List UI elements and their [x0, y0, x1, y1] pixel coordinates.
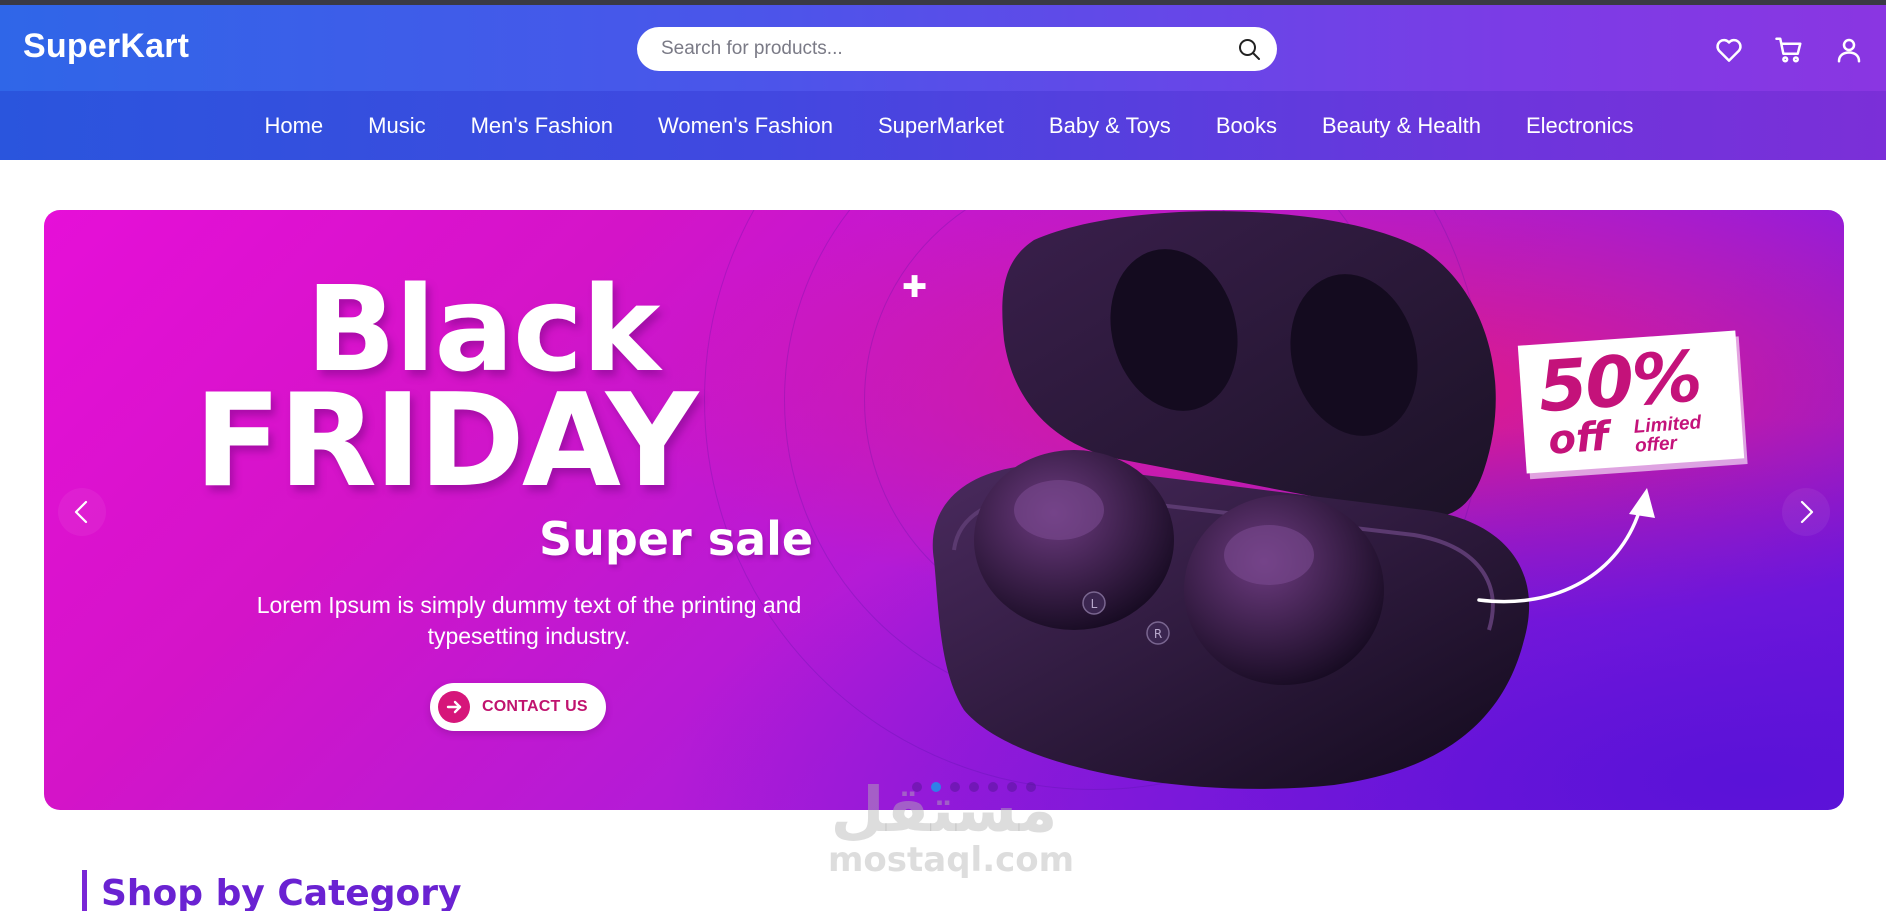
nav-item-baby-toys[interactable]: Baby & Toys — [1049, 113, 1171, 139]
nav-item-music[interactable]: Music — [368, 113, 425, 139]
chevron-left-icon — [74, 500, 88, 524]
contact-us-button[interactable]: CONTACT US — [430, 683, 606, 731]
carousel-prev-button[interactable] — [58, 488, 106, 536]
heart-icon[interactable] — [1714, 35, 1744, 65]
watermark-logo: مستقل mostaql.com — [828, 773, 1075, 881]
offer-limited: Limited offer — [1633, 412, 1702, 457]
site-logo[interactable]: SuperKart — [23, 27, 189, 66]
nav-item-books[interactable]: Books — [1216, 113, 1277, 139]
banner-headline-friday: FRIDAY — [194, 367, 698, 516]
search-bar — [637, 27, 1277, 71]
arrow-right-circle-icon — [438, 691, 470, 723]
offer-off: off — [1546, 413, 1611, 464]
site-header: SuperKart Home Music Men's Fashion Women… — [0, 5, 1886, 160]
nav-item-beauty-health[interactable]: Beauty & Health — [1322, 113, 1481, 139]
nav-item-womens-fashion[interactable]: Women's Fashion — [658, 113, 833, 139]
nav-item-supermarket[interactable]: SuperMarket — [878, 113, 1004, 139]
hero-carousel: ✚ Black FRIDAY Super sale Lorem Ipsum is… — [44, 210, 1844, 810]
banner-description: Lorem Ipsum is simply dummy text of the … — [256, 592, 802, 649]
header-top-row: SuperKart — [0, 5, 1886, 91]
search-input[interactable] — [661, 27, 1221, 71]
watermark-arabic: مستقل — [830, 773, 1058, 846]
category-nav: Home Music Men's Fashion Women's Fashion… — [0, 91, 1886, 160]
cart-icon[interactable] — [1774, 35, 1804, 65]
contact-us-label: CONTACT US — [482, 698, 588, 715]
search-icon[interactable] — [1237, 37, 1261, 61]
section-title-text: Shop by Category — [101, 873, 462, 911]
chevron-right-icon — [1800, 500, 1814, 524]
offer-badge: 50% off Limited offer — [1517, 330, 1745, 474]
watermark-latin: mostaql.com — [828, 840, 1075, 880]
nav-item-mens-fashion[interactable]: Men's Fashion — [471, 113, 613, 139]
banner-subhead: Super sale — [539, 512, 814, 566]
curved-arrow-decor — [1477, 488, 1655, 604]
earbud-label-r: R — [1154, 627, 1162, 641]
carousel-next-button[interactable] — [1782, 488, 1830, 536]
nav-item-home[interactable]: Home — [264, 113, 323, 139]
earbud-label-l: L — [1091, 597, 1098, 611]
section-heading: Shop by Category — [82, 870, 461, 911]
user-icon[interactable] — [1834, 35, 1864, 65]
nav-item-electronics[interactable]: Electronics — [1526, 113, 1634, 139]
